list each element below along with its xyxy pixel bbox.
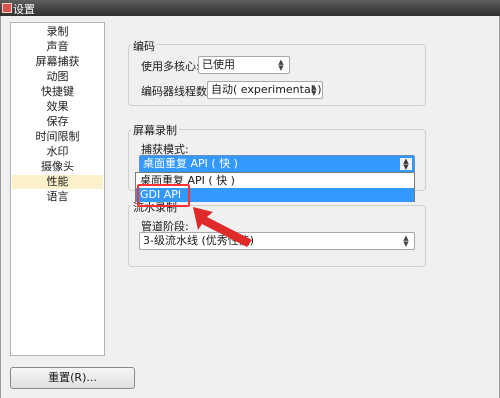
app-icon bbox=[2, 3, 12, 13]
pipeline-stage-select[interactable]: 3-级流水线 (优秀性能) ▲ ▼ bbox=[139, 232, 415, 250]
title-bar: 设置 bbox=[0, 0, 500, 16]
window-title: 设置 bbox=[13, 3, 35, 16]
encoder-threads-label: 编码器线程数: bbox=[141, 85, 211, 98]
multicore-label: 使用多核心: bbox=[141, 60, 200, 73]
encoding-group-title: 编码 bbox=[131, 38, 157, 54]
sidebar-item-screen-capture[interactable]: 屏幕捕获 bbox=[12, 55, 103, 69]
sidebar-item-sound[interactable]: 声音 bbox=[12, 40, 103, 54]
sidebar-item-effects[interactable]: 效果 bbox=[12, 100, 103, 114]
settings-sidebar: 录制 声音 屏幕捕获 动图 快捷键 效果 保存 时间限制 水印 摄像头 性能 语… bbox=[10, 22, 105, 356]
sidebar-item-time-limit[interactable]: 时间限制 bbox=[12, 130, 103, 144]
sidebar-item-watermark[interactable]: 水印 bbox=[12, 145, 103, 159]
sidebar-item-save[interactable]: 保存 bbox=[12, 115, 103, 129]
multicore-select[interactable]: 已使用 ▲ ▼ bbox=[198, 56, 290, 74]
spin-arrows-icon[interactable]: ▲ ▼ bbox=[400, 158, 412, 171]
sidebar-item-hotkeys[interactable]: 快捷键 bbox=[12, 85, 103, 99]
screen-record-group-title: 屏幕录制 bbox=[131, 122, 179, 138]
multicore-value: 已使用 bbox=[202, 58, 235, 71]
sidebar-item-camera[interactable]: 摄像头 bbox=[12, 160, 103, 174]
spin-arrows-icon[interactable]: ▲ ▼ bbox=[308, 84, 320, 97]
pipeline-stage-value: 3-级流水线 (优秀性能) bbox=[143, 234, 255, 247]
sidebar-item-performance[interactable]: 性能 bbox=[12, 175, 103, 189]
capture-mode-select[interactable]: 桌面重复 API ( 快 ) ▲ ▼ bbox=[139, 155, 415, 173]
spin-arrows-icon[interactable]: ▲ ▼ bbox=[275, 59, 287, 72]
annotation-highlight-box bbox=[137, 184, 190, 207]
capture-mode-value: 桌面重复 API ( 快 ) bbox=[143, 157, 238, 170]
encoder-threads-select[interactable]: 自动( experimental ) ▲ ▼ bbox=[207, 81, 323, 99]
sidebar-item-record[interactable]: 录制 bbox=[12, 25, 103, 39]
encoder-threads-value: 自动( experimental ) bbox=[211, 83, 322, 96]
reset-button[interactable]: 重置(R)... bbox=[10, 367, 135, 389]
sidebar-item-gif[interactable]: 动图 bbox=[12, 70, 103, 84]
sidebar-item-language[interactable]: 语言 bbox=[12, 190, 103, 204]
spin-arrows-icon[interactable]: ▲ ▼ bbox=[400, 235, 412, 248]
